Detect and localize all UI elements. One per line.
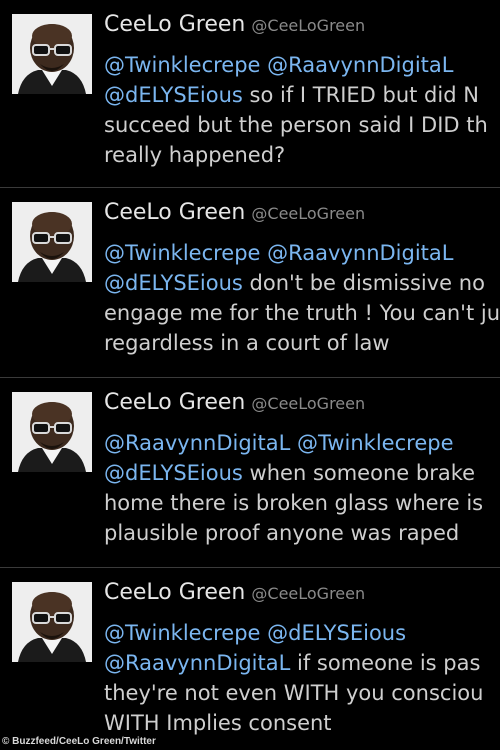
- tweet-feed: CeeLo Green @CeeLoGreen @Twinklecrepe @Raa…: [0, 0, 500, 750]
- mention-link[interactable]: @Twinklecrepe: [104, 53, 260, 77]
- tweet-text-segment: they're not even WITH you consciou: [104, 681, 484, 705]
- display-name[interactable]: CeeLo Green: [104, 200, 245, 225]
- tweet-line: really happened?: [104, 140, 500, 170]
- avatar[interactable]: [12, 202, 92, 282]
- tweet-line: @Twinklecrepe @dELYSEious: [104, 618, 500, 648]
- tweet-header: CeeLo Green @CeeLoGreen: [104, 580, 500, 605]
- user-handle[interactable]: @CeeLoGreen: [251, 204, 365, 223]
- tweet-text: @Twinklecrepe @RaavynnDigitaL @dELYSEious…: [104, 238, 500, 358]
- tweet-text: @Twinklecrepe @dELYSEious @RaavynnDigitaL…: [104, 618, 500, 738]
- mention-link[interactable]: @Twinklecrepe: [104, 621, 260, 645]
- tweet-text: @RaavynnDigitaL @Twinklecrepe @dELYSEious…: [104, 428, 500, 548]
- tweet-line: home there is broken glass where is: [104, 488, 500, 518]
- avatar[interactable]: [12, 392, 92, 472]
- tweet-text-segment: plausible proof anyone was raped: [104, 521, 460, 545]
- display-name[interactable]: CeeLo Green: [104, 580, 245, 605]
- tweet-item[interactable]: CeeLo Green @CeeLoGreen @RaavynnDigitaL @T…: [0, 378, 500, 568]
- mention-link[interactable]: @dELYSEious: [104, 83, 243, 107]
- tweet-item[interactable]: CeeLo Green @CeeLoGreen @Twinklecrepe @Raa…: [0, 0, 500, 188]
- user-handle[interactable]: @CeeLoGreen: [251, 394, 365, 413]
- tweet-line: WITH Implies consent: [104, 708, 500, 738]
- tweet-text-segment: really happened?: [104, 143, 286, 167]
- mention-link[interactable]: @RaavynnDigitaL: [267, 53, 453, 77]
- mention-link[interactable]: @RaavynnDigitaL: [104, 431, 290, 455]
- tweet-line: they're not even WITH you consciou: [104, 678, 500, 708]
- mention-link[interactable]: @dELYSEious: [104, 271, 243, 295]
- mention-link[interactable]: @Twinklecrepe: [104, 241, 260, 265]
- mention-link[interactable]: @dELYSEious: [267, 621, 406, 645]
- tweet-item[interactable]: CeeLo Green @CeeLoGreen @Twinklecrepe @Raa…: [0, 188, 500, 378]
- tweet-text-segment: if someone is pas: [290, 651, 481, 675]
- tweet-header: CeeLo Green @CeeLoGreen: [104, 200, 500, 225]
- tweet-text-segment: succeed but the person said I DID th: [104, 113, 488, 137]
- tweet-line: regardless in a court of law: [104, 328, 500, 358]
- tweet-line: @Twinklecrepe @RaavynnDigitaL: [104, 50, 500, 80]
- tweet-line: @dELYSEious so if I TRIED but did N: [104, 80, 500, 110]
- tweet-text-segment: don't be dismissive no: [242, 271, 485, 295]
- tweet-line: @Twinklecrepe @RaavynnDigitaL: [104, 238, 500, 268]
- display-name[interactable]: CeeLo Green: [104, 390, 245, 415]
- tweet-line: @RaavynnDigitaL if someone is pas: [104, 648, 500, 678]
- mention-link[interactable]: @dELYSEious: [104, 461, 243, 485]
- avatar[interactable]: [12, 14, 92, 94]
- tweet-line: @dELYSEious when someone brake: [104, 458, 500, 488]
- avatar[interactable]: [12, 582, 92, 662]
- tweet-text-segment: when someone brake: [242, 461, 476, 485]
- tweet-header: CeeLo Green @CeeLoGreen: [104, 12, 500, 37]
- tweet-line: succeed but the person said I DID th: [104, 110, 500, 140]
- tweet-line: plausible proof anyone was raped: [104, 518, 500, 548]
- tweet-text-segment: so if I TRIED but did N: [242, 83, 479, 107]
- tweet-item[interactable]: CeeLo Green @CeeLoGreen @Twinklecrepe @dEL…: [0, 568, 500, 750]
- tweet-text-segment: WITH Implies consent: [104, 711, 332, 735]
- mention-link[interactable]: @RaavynnDigitaL: [104, 651, 290, 675]
- tweet-text-segment: engage me for the truth ! You can't ju: [104, 301, 500, 325]
- tweet-text-segment: home there is broken glass where is: [104, 491, 484, 515]
- tweet-text-segment: regardless in a court of law: [104, 331, 390, 355]
- mention-link[interactable]: @RaavynnDigitaL: [267, 241, 453, 265]
- tweet-text: @Twinklecrepe @RaavynnDigitaL @dELYSEious…: [104, 50, 500, 170]
- tweet-line: @dELYSEious don't be dismissive no: [104, 268, 500, 298]
- tweet-line: engage me for the truth ! You can't ju: [104, 298, 500, 328]
- user-handle[interactable]: @CeeLoGreen: [251, 584, 365, 603]
- user-handle[interactable]: @CeeLoGreen: [251, 16, 365, 35]
- photo-credit: © Buzzfeed/CeeLo Green/Twitter: [2, 736, 156, 747]
- tweet-header: CeeLo Green @CeeLoGreen: [104, 390, 500, 415]
- tweet-line: @RaavynnDigitaL @Twinklecrepe: [104, 428, 500, 458]
- display-name[interactable]: CeeLo Green: [104, 12, 245, 37]
- mention-link[interactable]: @Twinklecrepe: [297, 431, 453, 455]
